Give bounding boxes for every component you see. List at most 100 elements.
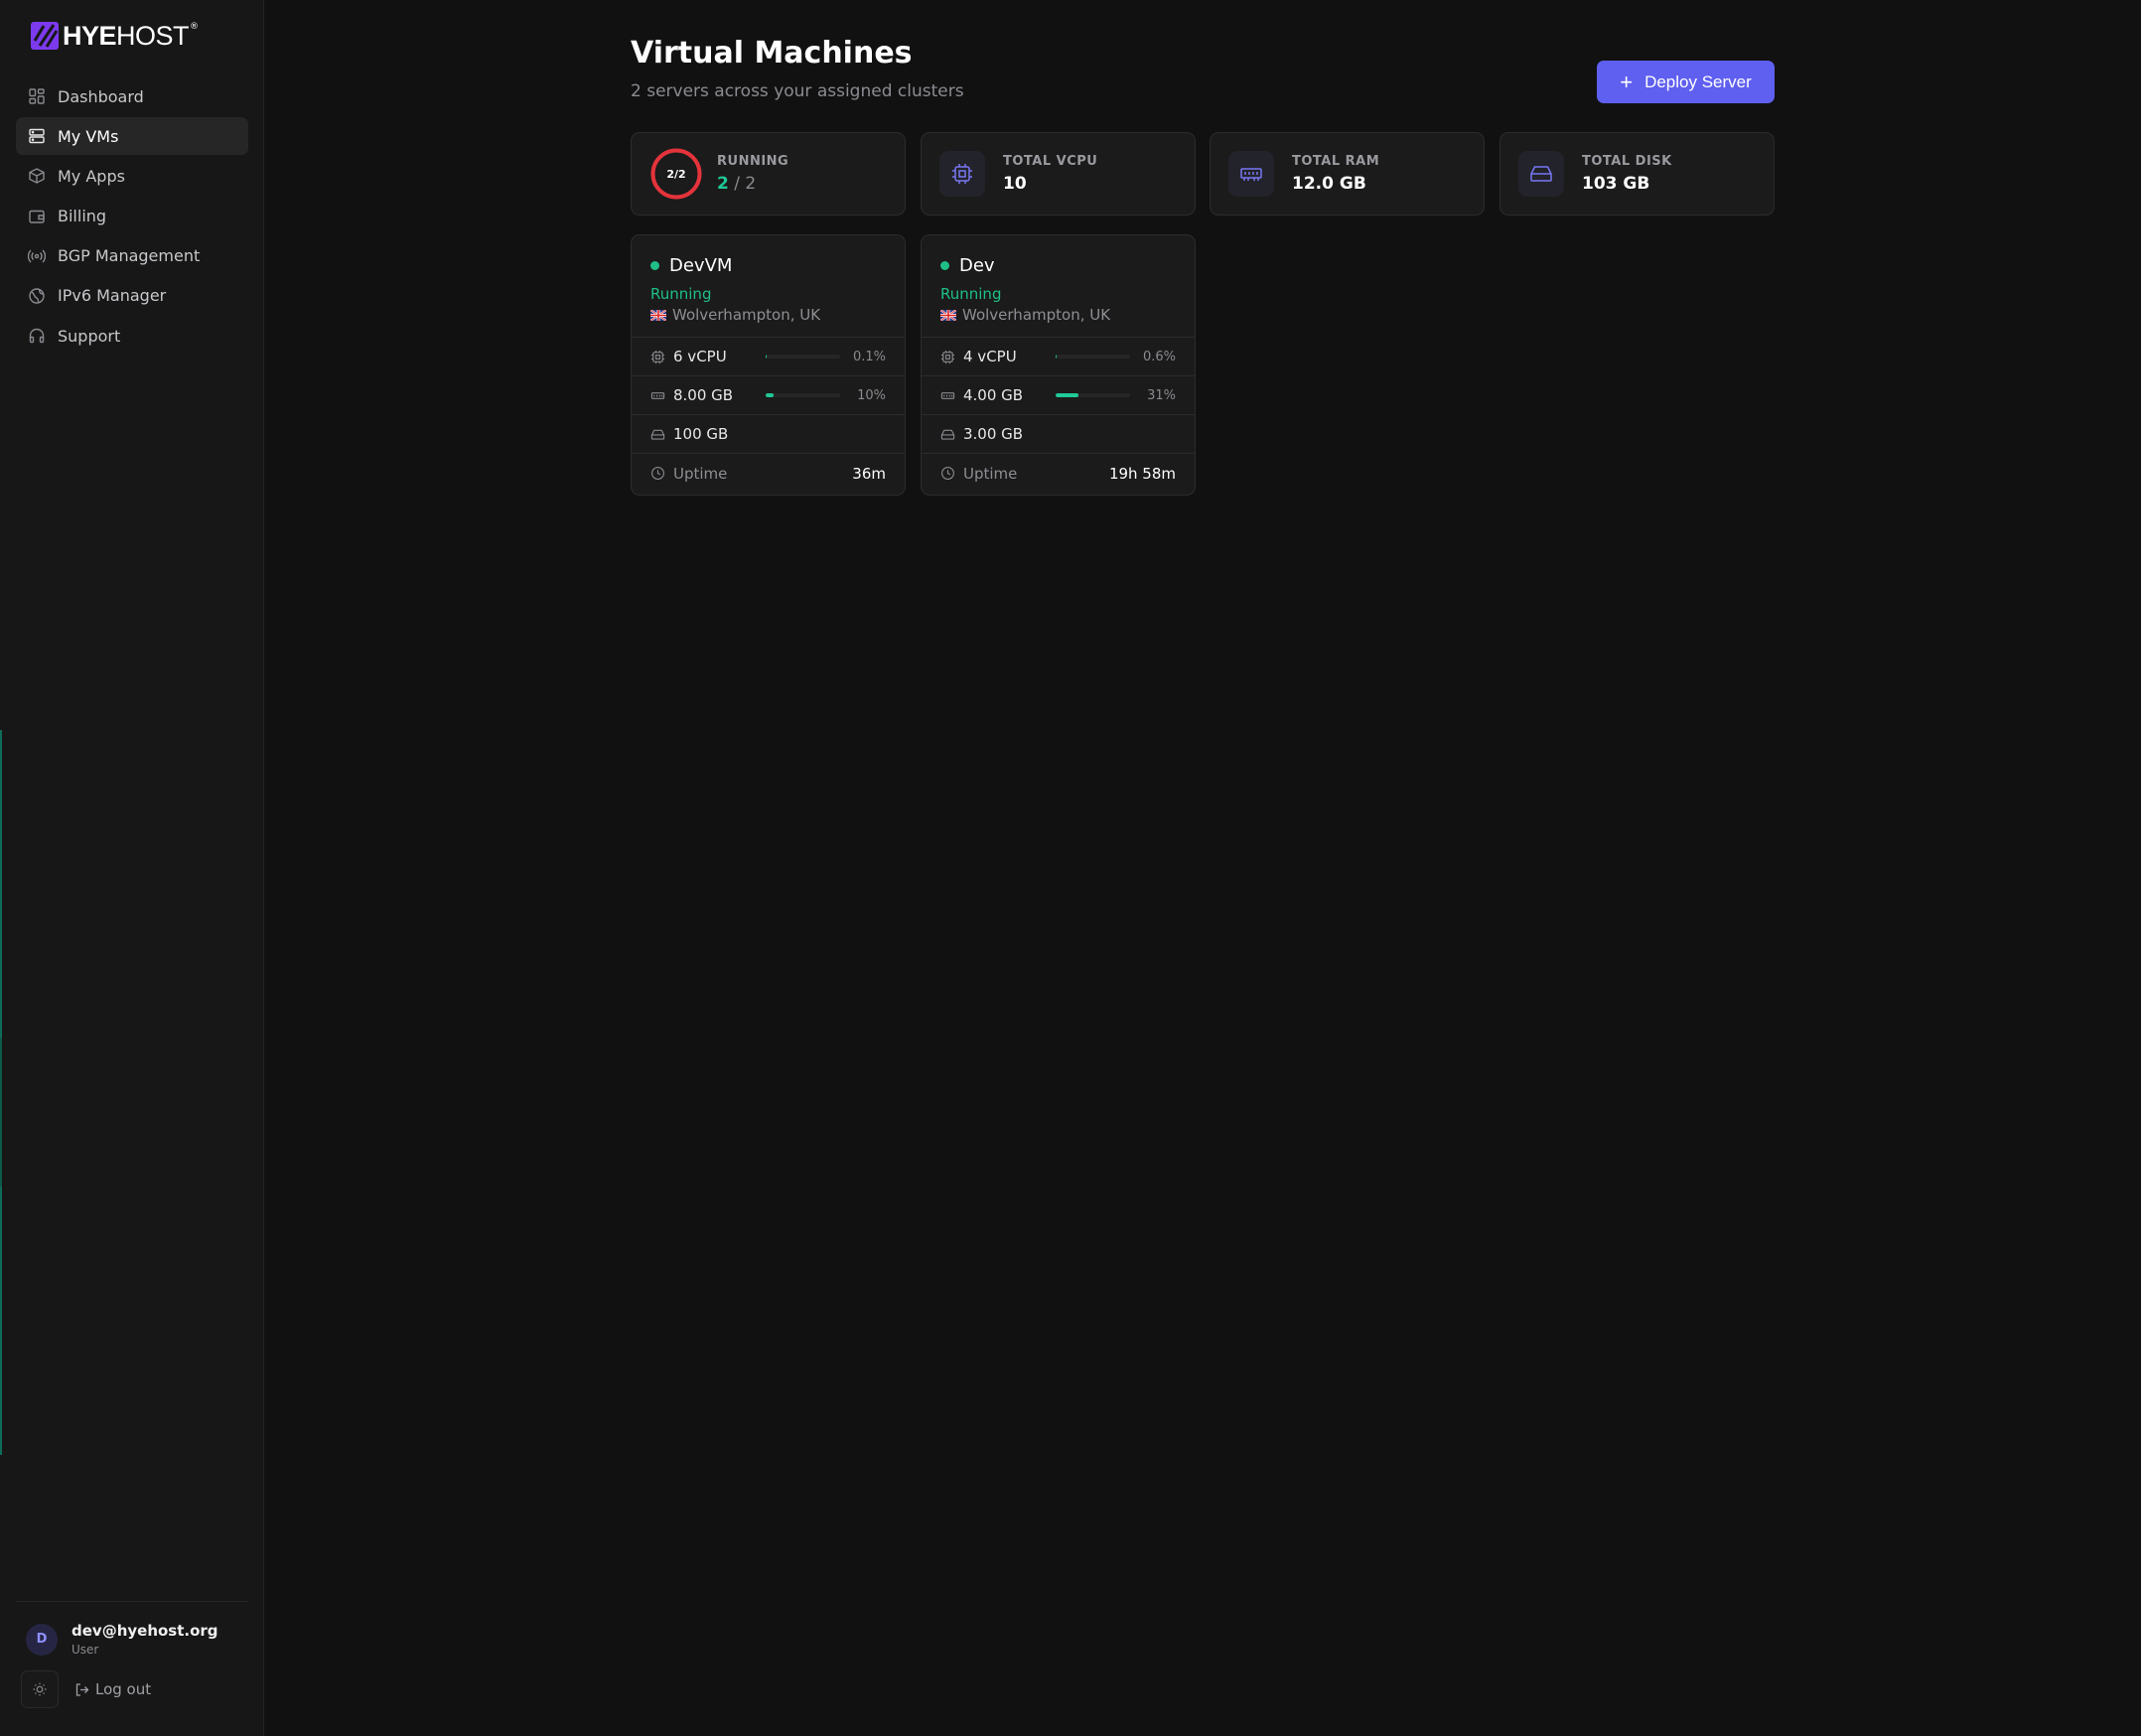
stat-value: 10 [1003, 174, 1027, 194]
grid-icon [29, 88, 45, 104]
vm-location-text: Wolverhampton, UK [962, 306, 1111, 324]
theme-toggle-button[interactable] [21, 1670, 59, 1708]
sidebar-item-bgp-management[interactable]: BGP Management [16, 237, 248, 275]
vm-status: Running [940, 285, 1002, 303]
stat-icon [1228, 151, 1274, 197]
cpu-usage-fill [766, 355, 767, 359]
stat-card-disk: Total Disk 103 GB [1499, 132, 1775, 216]
deploy-server-button[interactable]: + Deploy Server [1597, 61, 1775, 103]
uk-flag-icon [940, 309, 956, 321]
sidebar-item-billing[interactable]: Billing [16, 198, 248, 235]
stat-card-running: 2/2 Running 2 / 2 [631, 132, 906, 216]
vm-disk-row: 3.00 GB [922, 415, 1195, 454]
stat-icon [1518, 151, 1564, 197]
logout-icon [75, 1682, 89, 1696]
package-icon [29, 168, 45, 185]
stat-icon [939, 151, 985, 197]
sidebar-item-label: My Apps [58, 166, 125, 186]
sidebar-item-label: BGP Management [58, 246, 201, 266]
cpu-icon [650, 350, 665, 363]
cpu-usage-fill [1056, 355, 1057, 359]
memory-icon [940, 391, 955, 399]
vm-disk-row: 100 GB [632, 415, 905, 454]
cpu-usage-percent: 0.6% [1142, 349, 1176, 364]
memory-icon [650, 391, 665, 399]
sidebar-item-dashboard[interactable]: Dashboard [16, 77, 248, 115]
sidebar-item-label: My VMs [58, 126, 119, 146]
logout-label: Log out [95, 1680, 152, 1698]
sidebar-item-support[interactable]: Support [16, 317, 248, 355]
stat-value: 103 GB [1582, 174, 1650, 194]
vm-uptime-row: Uptime 36m [632, 454, 905, 493]
vm-cpu: 4 vCPU [963, 348, 1017, 365]
sidebar: HYEHOST ® Dashboard My VMs My Apps Billi… [0, 0, 264, 1736]
sun-icon [33, 1682, 47, 1696]
user-profile[interactable]: D dev@hyehost.org User [16, 1602, 248, 1657]
sidebar-item-my-vms[interactable]: My VMs [16, 117, 248, 156]
ram-usage-fill [766, 393, 774, 397]
clock-icon [941, 467, 954, 480]
uptime-label: Uptime [963, 464, 1018, 483]
vm-cpu-row: 6 vCPU 0.1% [632, 338, 905, 376]
logout-button[interactable]: Log out [74, 1680, 151, 1698]
page-title: Virtual Machines [631, 36, 913, 71]
edge-accent-bar [0, 730, 2, 1038]
plus-icon: + [1620, 69, 1634, 94]
ram-usage-bar [1056, 393, 1130, 397]
brand-registered-mark: ® [190, 22, 200, 32]
uptime-value: 36m [852, 464, 886, 483]
deploy-server-label: Deploy Server [1644, 72, 1752, 91]
cpu-usage-bar [766, 355, 840, 359]
running-ring: 2/2 [649, 147, 703, 201]
stat-value: 12.0 GB [1292, 174, 1366, 194]
vm-disk: 3.00 GB [963, 425, 1024, 443]
status-dot [650, 261, 659, 270]
hard-drive-icon [650, 429, 665, 440]
clock-icon [651, 467, 664, 480]
sidebar-nav: Dashboard My VMs My Apps Billing BGP Man… [16, 77, 248, 357]
edge-accent-bar [0, 1038, 2, 1187]
vm-card-devvm[interactable]: DevVM Running Wolverhampton, UK 6 vCPU 0… [631, 234, 906, 496]
uk-flag-icon [650, 309, 666, 321]
wallet-icon [29, 210, 45, 223]
stat-label: Total vCPU [1003, 154, 1098, 169]
status-dot [940, 261, 949, 270]
vm-cpu-row: 4 vCPU 0.6% [922, 338, 1195, 376]
vm-location: Wolverhampton, UK [650, 306, 886, 324]
uptime-label: Uptime [673, 464, 728, 483]
radio-icon [28, 249, 46, 263]
sidebar-item-my-apps[interactable]: My Apps [16, 157, 248, 195]
memory-icon [1240, 168, 1262, 181]
sidebar-item-label: Support [58, 326, 121, 346]
hard-drive-icon [1530, 166, 1552, 182]
cpu-icon [940, 350, 955, 363]
cpu-icon [952, 164, 972, 184]
headphones-icon [29, 328, 45, 344]
vm-name: DevVM [669, 255, 733, 276]
user-role: User [71, 1643, 99, 1657]
sidebar-item-label: Billing [58, 207, 107, 226]
ram-usage-percent: 31% [1147, 387, 1176, 403]
ram-usage-bar [766, 393, 840, 397]
user-email: dev@hyehost.org [71, 1622, 218, 1640]
brand-logo[interactable]: HYEHOST ® [30, 18, 199, 54]
uptime-value: 19h 58m [1108, 464, 1176, 483]
avatar: D [26, 1623, 58, 1656]
sidebar-item-ipv6-manager[interactable]: IPv6 Manager [16, 277, 248, 315]
sidebar-footer: D dev@hyehost.org User Log out [16, 1601, 248, 1708]
ram-usage-fill [1056, 393, 1079, 397]
sidebar-item-label: IPv6 Manager [58, 286, 167, 306]
stat-card-ram: Total RAM 12.0 GB [1210, 132, 1485, 216]
globe-icon [29, 288, 45, 304]
vm-status: Running [650, 285, 712, 303]
stat-card-vcpu: Total vCPU 10 [921, 132, 1196, 216]
cpu-usage-percent: 0.1% [852, 349, 886, 364]
vm-card-dev[interactable]: Dev Running Wolverhampton, UK 4 vCPU 0.6… [921, 234, 1196, 496]
stat-label: Total RAM [1292, 154, 1380, 169]
vm-location: Wolverhampton, UK [940, 306, 1176, 324]
vm-ram: 4.00 GB [963, 386, 1024, 404]
server-icon [29, 128, 45, 144]
stat-value: 2 / 2 [717, 174, 757, 194]
vm-cpu: 6 vCPU [673, 348, 727, 365]
brand-name: HYEHOST [63, 20, 190, 51]
